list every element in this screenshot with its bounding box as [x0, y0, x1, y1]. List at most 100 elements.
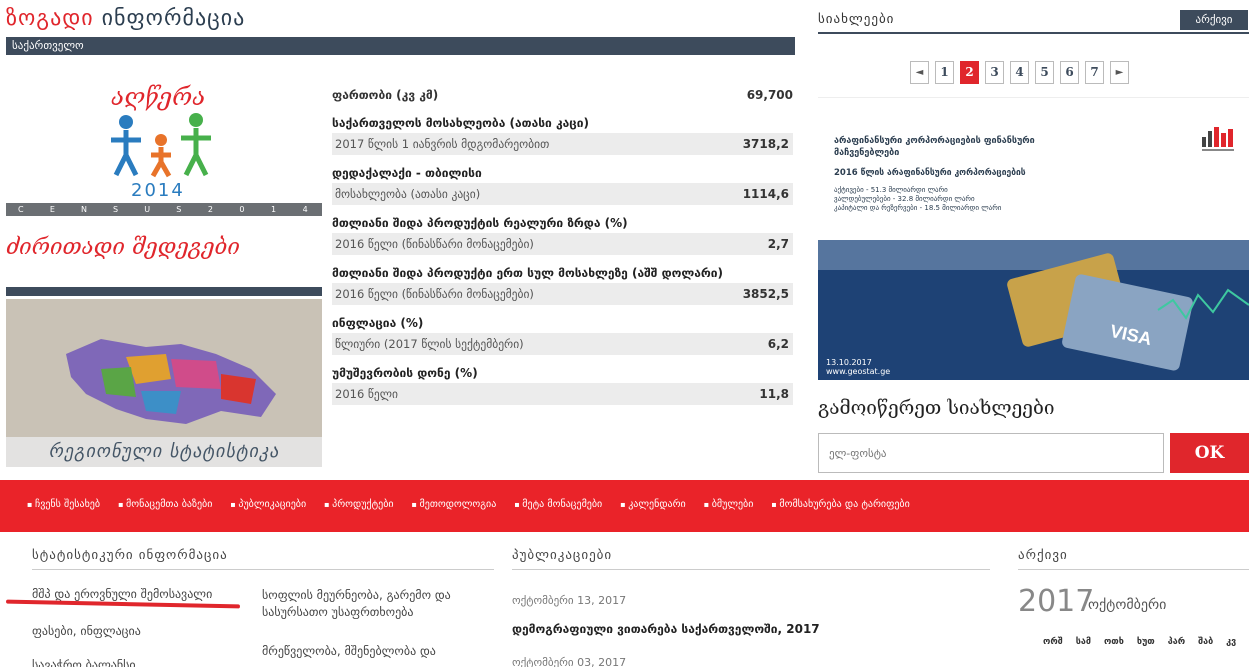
banner-line: კაპიტალი და რეზერვები - 18.5 მილიარდი ლა… [834, 204, 1002, 212]
banner-headline: არაფინანსური კორპორაციების ფინანსური მაჩ… [834, 136, 1035, 158]
indicator-sub: წლიური (2017 წლის სექტემბერი) [335, 337, 524, 351]
nav-item-methodology[interactable]: მეთოდოლოგია [412, 499, 497, 510]
indicator-capital: დედაქალაქი - თბილისი მოსახლეობა (ათასი კ… [332, 163, 793, 205]
page-button[interactable]: 5 [1035, 61, 1054, 84]
nav-item-databases[interactable]: მონაცემთა ბაზები [118, 499, 212, 510]
banner-date: 13.10.2017 www.geostat.ge [826, 358, 890, 376]
nav-item-links[interactable]: ბმულები [704, 499, 754, 510]
weekday: ოთხ [1103, 637, 1124, 647]
publication-date: ოქტომბერი 03, 2017 [512, 656, 627, 667]
archive-heading: არქივი [1018, 548, 1068, 563]
indicator-title: ფართობი (კვ კმ) [332, 88, 439, 102]
regional-statistics-banner[interactable]: რეგიონული სტატისტიკა [6, 287, 322, 467]
census-year: 2014 [131, 180, 185, 201]
strip-letter: E [49, 205, 57, 214]
banner-line: ვალდებულებები - 32.8 მილიარდი ლარი [834, 195, 975, 203]
publication-title-link[interactable]: დემოგრაფიული ვითარება საქართველოში, 2017 [512, 622, 820, 636]
indicator-value: 3718,2 [742, 137, 789, 151]
title-part-2: ინფორმაცია [101, 6, 246, 31]
archive-month: ოქტომბერი [1088, 597, 1167, 613]
strip-letter: 1 [271, 205, 279, 214]
indicator-population: საქართველოს მოსახლეობა (ათასი კაცი) 2017… [332, 113, 793, 155]
banner-lines: აქტივები - 51.3 მილიარდი ლარი ვალდებულებ… [834, 186, 1001, 213]
census-strip: C E N S U S 2 0 1 4 [6, 203, 322, 216]
email-input[interactable] [818, 433, 1164, 473]
stat-link-gdp[interactable]: მშპ და ეროვნული შემოსავალი [32, 587, 212, 601]
indicator-value: 1114,6 [742, 187, 789, 201]
stat-link-prices[interactable]: ფასები, ინფლაცია [32, 624, 141, 638]
indicator-value: 11,8 [759, 387, 789, 401]
indicator-inflation: ინფლაცია (%) წლიური (2017 წლის სექტემბერ… [332, 313, 793, 355]
census-results-link[interactable]: ძირითადი შედეგები [6, 235, 322, 260]
geostat-logo-icon [1202, 127, 1234, 151]
indicator-sub: 2016 წელი (წინასწარი მონაცემები) [335, 287, 534, 301]
weekday: ხუთ [1136, 637, 1155, 647]
indicator-value: 6,2 [767, 337, 789, 351]
indicator-gdp-growth: მთლიანი შიდა პროდუქტის რეალური ზრდა (%) … [332, 213, 793, 255]
stat-link-industry[interactable]: მრეწველობა, მშენებლობა და [262, 644, 502, 658]
indicator-value: 2,7 [767, 237, 789, 251]
news-banner-cards[interactable]: VISA 13.10.2017 www.geostat.ge [818, 240, 1249, 380]
heading-divider [512, 569, 990, 570]
region-bar [6, 287, 322, 296]
page-button[interactable]: 3 [985, 61, 1004, 84]
strip-letter: U [144, 205, 153, 214]
weekday: ორშ [1043, 637, 1063, 647]
banner-date-text: 13.10.2017 [826, 358, 872, 367]
calendar-weekdays: ორშ სამ ოთხ ხუთ პარ შაბ კვ [1043, 637, 1236, 647]
nav-item-about[interactable]: ჩვენს შესახებ [27, 499, 100, 510]
page-button[interactable]: 1 [935, 61, 954, 84]
title-part-1: ზოგადი [6, 6, 94, 31]
indicator-sub: 2017 წლის 1 იანვრის მდგომარეობით [335, 137, 550, 151]
page-button[interactable]: 4 [1010, 61, 1029, 84]
heading-divider [1018, 569, 1249, 570]
nav-item-metadata[interactable]: მეტა მონაცემები [514, 499, 602, 510]
nav-item-services[interactable]: მომსახურება და ტარიფები [771, 499, 909, 510]
stat-link-agriculture[interactable]: სოფლის მეურნეობა, გარემო და სასურსათო უს… [262, 587, 502, 621]
news-title: სიახლეები [818, 12, 895, 27]
weekday: პარ [1167, 637, 1186, 647]
strip-letter: N [80, 205, 89, 214]
census-word: აღწერა [111, 83, 206, 111]
subscribe-ok-button[interactable]: OK [1170, 433, 1249, 473]
banner-subhead: 2016 წლის არაფინანსური კორპორაციების [834, 168, 1026, 178]
strip-letter: C [18, 205, 26, 214]
main-navigation: ჩვენს შესახებ მონაცემთა ბაზები პუბლიკაცი… [27, 499, 910, 510]
census-banner[interactable]: აღწერა 2014 C E N S U S 2 0 1 4 ძირითადი… [6, 75, 322, 280]
strip-letter: S [176, 205, 184, 214]
publications-heading: პუბლიკაციები [512, 548, 613, 563]
indicator-value: 3852,5 [742, 287, 789, 301]
indicator-title: მთლიანი შიდა პროდუქტის რეალური ზრდა (%) [332, 216, 628, 230]
general-info-title: ზოგადი ინფორმაცია [6, 6, 245, 31]
indicator-title: ინფლაცია (%) [332, 316, 424, 330]
strip-letter: 2 [207, 205, 215, 214]
page-button[interactable]: 6 [1060, 61, 1079, 84]
indicator-area: ფართობი (კვ კმ) 69,700 [332, 85, 793, 105]
nav-item-calendar[interactable]: კალენდარი [620, 499, 686, 510]
banner-line: აქტივები - 51.3 მილიარდი ლარი [834, 186, 948, 194]
indicator-gdp-per-capita: მთლიანი შიდა პროდუქტი ერთ სულ მოსახლეზე … [332, 263, 793, 305]
heading-divider [32, 569, 494, 570]
regional-statistics-label: რეგიონული სტატისტიკა [6, 437, 322, 467]
key-indicators: ფართობი (კვ კმ) 69,700 საქართველოს მოსახ… [332, 85, 793, 413]
nav-item-publications[interactable]: პუბლიკაციები [230, 499, 306, 510]
indicator-sub: მოსახლეობა (ათასი კაცი) [335, 187, 481, 201]
publication-date: ოქტომბერი 13, 2017 [512, 594, 627, 607]
indicator-title: მთლიანი შიდა პროდუქტი ერთ სულ მოსახლეზე … [332, 266, 724, 280]
news-banner-corporations[interactable]: არაფინანსური კორპორაციების ფინანსური მაჩ… [818, 97, 1249, 239]
prev-page-button[interactable]: ◄ [910, 61, 929, 84]
country-label: საქართველო [6, 37, 795, 55]
nav-item-products[interactable]: პროდუქტები [324, 499, 393, 510]
stat-link-trade[interactable]: სავაჭრო ბალანსი [32, 658, 136, 667]
statistical-info-heading: სტატისტიკური ინფორმაცია [32, 548, 228, 563]
weekday: შაბ [1198, 637, 1214, 647]
weekday: კვ [1226, 637, 1237, 647]
strip-letter: 0 [239, 205, 247, 214]
news-pager: ◄ 1 2 3 4 5 6 7 ► [910, 61, 1129, 84]
next-page-button[interactable]: ► [1110, 61, 1129, 84]
page-button-active[interactable]: 2 [960, 61, 979, 84]
indicator-unemployment: უმუშევრობის დონე (%) 2016 წელი 11,8 [332, 363, 793, 405]
archive-button[interactable]: არქივი [1180, 10, 1248, 30]
page-button[interactable]: 7 [1085, 61, 1104, 84]
indicator-sub: 2016 წელი [335, 387, 398, 401]
